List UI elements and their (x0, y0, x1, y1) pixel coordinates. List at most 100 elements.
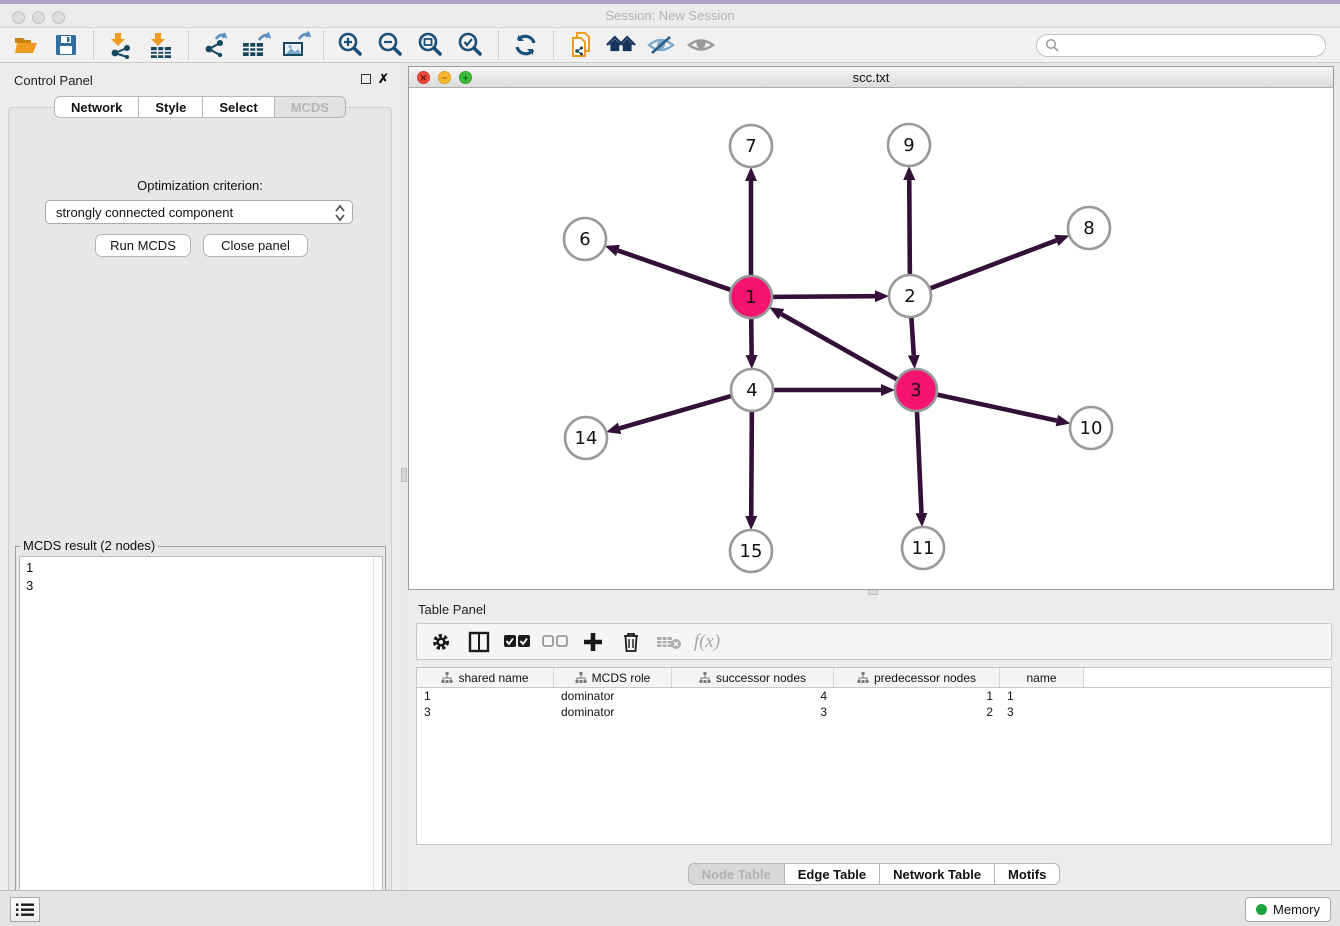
criterion-dropdown[interactable]: strongly connected component (45, 200, 353, 224)
edge-2-8[interactable] (930, 240, 1057, 288)
edge-1-2[interactable] (772, 296, 875, 297)
network-close-icon[interactable]: ✕ (417, 71, 430, 84)
tab-network-table[interactable]: Network Table (880, 863, 995, 885)
close-panel-icon[interactable]: ✗ (378, 71, 389, 87)
cell[interactable]: 4 (672, 688, 834, 704)
window-minimize-icon[interactable] (32, 11, 45, 24)
node-3[interactable]: 3 (895, 369, 937, 411)
cell[interactable]: 1 (1000, 688, 1084, 704)
show-column-panel-button[interactable] (465, 628, 493, 656)
node-1[interactable]: 1 (730, 276, 772, 318)
export-table-button[interactable] (241, 30, 271, 60)
apply-layout-button[interactable] (511, 30, 541, 60)
toolbar-separator (498, 31, 499, 59)
export-table-icon (241, 31, 271, 59)
tab-node-table[interactable]: Node Table (688, 863, 785, 885)
tab-select[interactable]: Select (203, 96, 274, 118)
column-settings-button[interactable] (427, 628, 455, 656)
column-header-predecessor-nodes[interactable]: predecessor nodes (834, 668, 1000, 687)
vertical-splitter[interactable] (400, 63, 408, 890)
node-table[interactable]: shared nameMCDS rolesuccessor nodesprede… (416, 667, 1332, 845)
import-network-button[interactable] (106, 30, 136, 60)
open-file-button[interactable] (11, 30, 41, 60)
control-panel-header: Control Panel ✗ (0, 63, 400, 95)
node-6[interactable]: 6 (564, 218, 606, 260)
zoom-selected-button[interactable] (456, 30, 486, 60)
reset-zoom-button[interactable] (606, 30, 636, 60)
export-network-icon (202, 31, 230, 59)
network-graph-canvas[interactable]: 7 9 6 8 1 2 4 3 14 10 15 11 (409, 88, 1333, 589)
hide-selected-button[interactable] (646, 30, 676, 60)
network-minimize-icon[interactable]: − (438, 71, 451, 84)
edge-2-3[interactable] (911, 317, 913, 355)
zoom-out-button[interactable] (376, 30, 406, 60)
window-close-icon[interactable] (12, 11, 25, 24)
tab-mcds[interactable]: MCDS (275, 96, 346, 118)
hierarchy-icon (575, 672, 587, 684)
search-box[interactable] (1036, 34, 1326, 57)
node-4[interactable]: 4 (731, 369, 773, 411)
cell[interactable]: 3 (1000, 704, 1084, 720)
node-15[interactable]: 15 (730, 530, 772, 572)
column-header-successor-nodes[interactable]: successor nodes (672, 668, 834, 687)
edge-4-14[interactable] (620, 396, 732, 428)
result-scrollbar[interactable] (373, 557, 382, 920)
export-network-button[interactable] (201, 30, 231, 60)
node-label: 8 (1083, 218, 1094, 239)
tab-motifs[interactable]: Motifs (995, 863, 1060, 885)
cell[interactable]: 1 (834, 688, 1000, 704)
column-header-name[interactable]: name (1000, 668, 1084, 687)
export-image-button[interactable] (281, 30, 311, 60)
column-header-shared-name[interactable]: shared name (417, 668, 554, 687)
node-8[interactable]: 8 (1068, 207, 1110, 249)
close-panel-button[interactable]: Close panel (203, 234, 308, 257)
edge-1-6[interactable] (618, 251, 731, 291)
task-history-button[interactable] (10, 897, 40, 922)
deselect-all-button[interactable] (541, 628, 569, 656)
cell[interactable]: dominator (554, 688, 672, 704)
node-9[interactable]: 9 (888, 124, 930, 166)
function-builder-button[interactable]: f(x) (693, 628, 721, 656)
edge-3-10[interactable] (937, 394, 1057, 420)
edge-4-15[interactable] (751, 411, 752, 516)
delete-table-button[interactable] (655, 628, 683, 656)
network-zoom-icon[interactable]: + (459, 71, 472, 84)
zoom-in-button[interactable] (336, 30, 366, 60)
clone-network-button[interactable] (566, 30, 596, 60)
app-title: Session: New Session (0, 4, 1340, 28)
add-column-button[interactable] (579, 628, 607, 656)
tab-network[interactable]: Network (54, 96, 139, 118)
edge-3-11[interactable] (917, 411, 922, 513)
cell[interactable]: 2 (834, 704, 1000, 720)
zoom-fit-button[interactable] (416, 30, 446, 60)
cell[interactable]: 3 (672, 704, 834, 720)
select-all-button[interactable] (503, 628, 531, 656)
edge-3-1[interactable] (781, 314, 897, 380)
tab-edge-table[interactable]: Edge Table (785, 863, 880, 885)
table-row[interactable]: 1dominator411 (417, 688, 1331, 704)
cell[interactable]: dominator (554, 704, 672, 720)
tab-style[interactable]: Style (139, 96, 203, 118)
node-14[interactable]: 14 (565, 417, 607, 459)
mcds-result-area[interactable]: 1 3 (19, 556, 383, 921)
memory-button[interactable]: Memory (1245, 897, 1331, 922)
search-input[interactable] (1059, 38, 1317, 52)
node-10[interactable]: 10 (1070, 407, 1112, 449)
cell[interactable]: 1 (417, 688, 554, 704)
node-7[interactable]: 7 (730, 125, 772, 167)
table-row[interactable]: 3dominator323 (417, 704, 1331, 720)
run-mcds-button[interactable]: Run MCDS (95, 234, 191, 257)
window-zoom-icon[interactable] (52, 11, 65, 24)
splitter-handle[interactable] (401, 468, 407, 482)
column-header-MCDS-role[interactable]: MCDS role (554, 668, 672, 687)
show-all-button[interactable] (686, 30, 716, 60)
save-session-button[interactable] (51, 30, 81, 60)
edge-2-9[interactable] (909, 180, 910, 275)
float-panel-icon[interactable] (361, 74, 371, 84)
column-header-empty (1084, 668, 1331, 687)
cell[interactable]: 3 (417, 704, 554, 720)
node-2[interactable]: 2 (889, 275, 931, 317)
import-table-button[interactable] (146, 30, 176, 60)
delete-column-button[interactable] (617, 628, 645, 656)
node-11[interactable]: 11 (902, 527, 944, 569)
